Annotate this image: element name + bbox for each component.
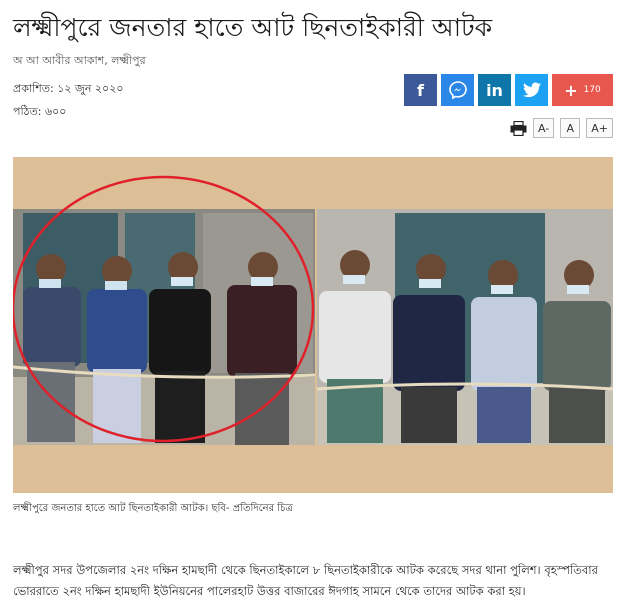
share-bar: f in + 170: [404, 74, 613, 106]
font-reset-button[interactable]: A: [560, 118, 581, 138]
published-date: প্রকাশিত: ১২ জুন ২০২০: [13, 82, 124, 95]
article-headline: লক্ষ্মীপুরে জনতার হাতে আট ছিনতাইকারী আটক: [13, 13, 493, 42]
article-photo: [13, 157, 613, 493]
more-share-button[interactable]: + 170: [552, 74, 613, 106]
linkedin-icon: in: [486, 80, 503, 100]
font-decrease-button[interactable]: A-: [533, 118, 555, 138]
article-author: অ আ আবীর আকাশ, লক্ষ্মীপুর: [13, 54, 146, 67]
font-increase-button[interactable]: A+: [586, 118, 614, 138]
view-count: পঠিত: ৬০০: [13, 105, 67, 118]
photo-caption: লক্ষ্মীপুরে জনতার হাতে আট ছিনতাইকারী আটক…: [13, 503, 293, 514]
twitter-share-button[interactable]: [515, 74, 548, 106]
facebook-icon: f: [417, 80, 424, 100]
print-button[interactable]: [509, 120, 527, 136]
messenger-icon: [448, 81, 467, 100]
printer-icon: [510, 120, 526, 136]
plus-icon: +: [564, 80, 578, 100]
article-body: লক্ষ্মীপুর সদর উপজেলার ২নং দক্ষিন হামছাদ…: [13, 562, 598, 598]
linkedin-share-button[interactable]: in: [478, 74, 511, 106]
facebook-share-button[interactable]: f: [404, 74, 437, 106]
font-tools: A- A A+: [509, 118, 614, 138]
share-count: 170: [583, 85, 601, 95]
twitter-icon: [522, 82, 541, 98]
messenger-share-button[interactable]: [441, 74, 474, 106]
arrested-suspects-photo: [13, 175, 613, 445]
